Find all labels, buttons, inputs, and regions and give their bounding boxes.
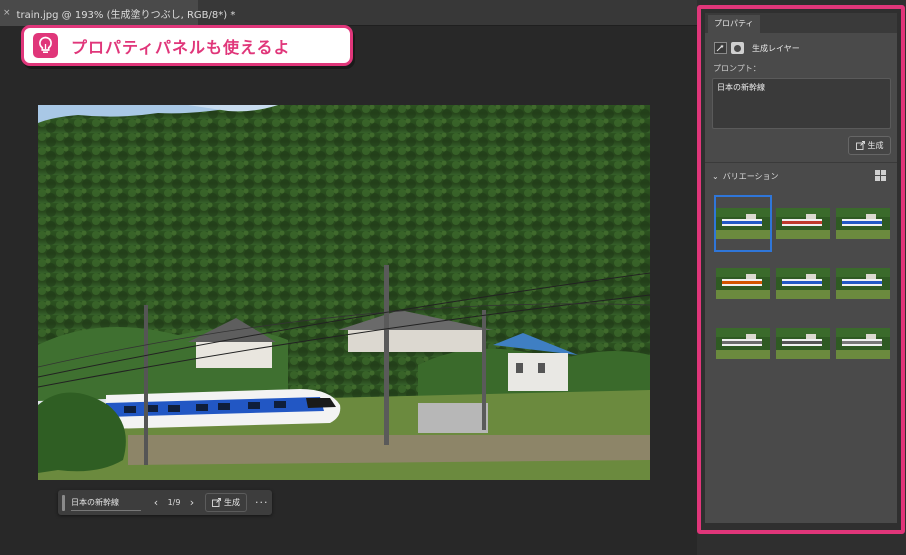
next-variation-button[interactable]: › (185, 496, 199, 509)
callout-text: プロパティパネルも使えるよ (71, 37, 291, 57)
highlight-frame (697, 5, 905, 534)
contextual-task-bar: 日本の新幹線 ‹ 1/9 › 生成 ··· (58, 490, 272, 515)
lightbulb-icon (33, 33, 58, 58)
contextual-prompt-field[interactable]: 日本の新幹線 (71, 495, 141, 511)
drag-handle-icon[interactable] (62, 494, 65, 511)
canvas-photo[interactable] (38, 105, 650, 480)
variation-counter: 1/9 (167, 498, 181, 507)
photoshop-window: × train.jpg @ 193% (生成塗りつぶし, RGB/8*) * プ… (0, 0, 906, 555)
more-options-button[interactable]: ··· (255, 496, 269, 509)
previous-variation-button[interactable]: ‹ (149, 496, 163, 509)
document-tab-title: train.jpg @ 193% (生成塗りつぶし, RGB/8*) * (16, 9, 236, 21)
close-tab-icon[interactable]: × (3, 8, 11, 18)
contextual-generate-label: 生成 (224, 498, 240, 507)
generate-icon (212, 498, 221, 507)
document-tab[interactable]: × train.jpg @ 193% (生成塗りつぶし, RGB/8*) * (0, 0, 235, 26)
document-tab-bar: × train.jpg @ 193% (生成塗りつぶし, RGB/8*) * (0, 0, 697, 26)
contextual-generate-button[interactable]: 生成 (205, 493, 247, 512)
tip-callout: プロパティパネルも使えるよ (21, 25, 353, 66)
